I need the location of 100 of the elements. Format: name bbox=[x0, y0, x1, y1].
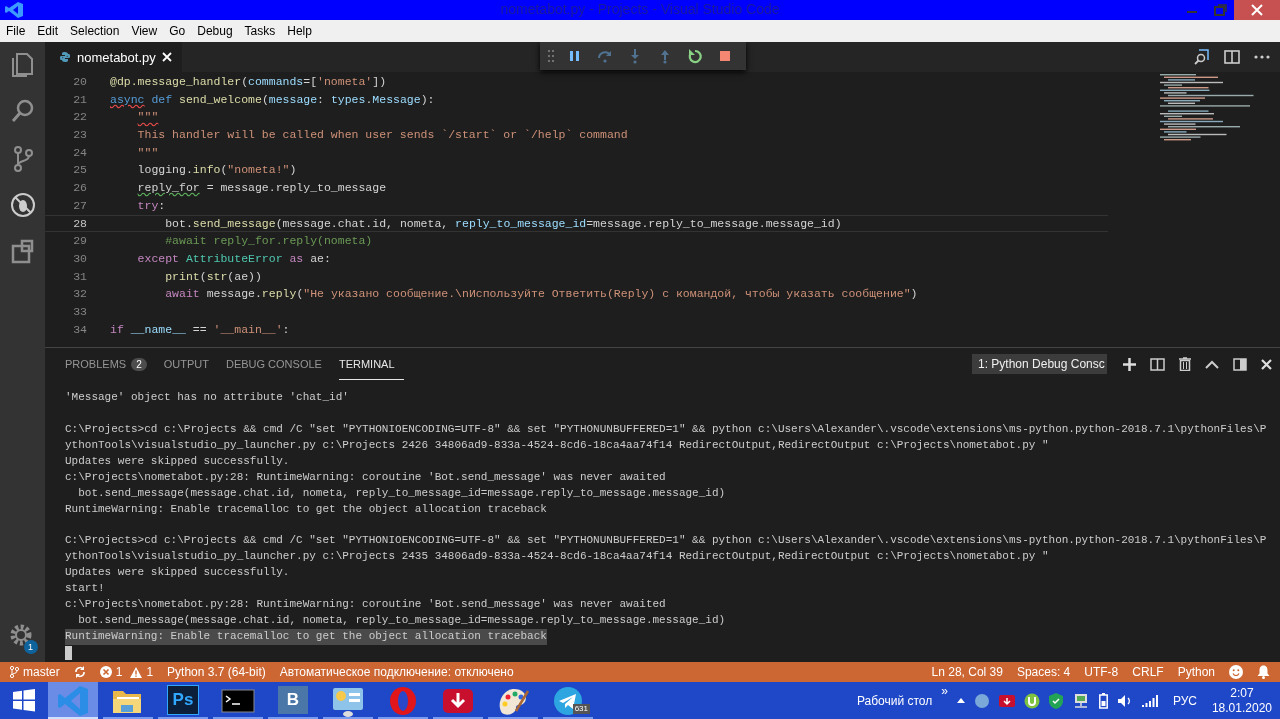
toolbar-chevron[interactable]: » bbox=[941, 684, 948, 698]
line-number: 33 bbox=[72, 303, 88, 320]
code-line: await message.reply("Не указано сообщение.\nИспользуйте Ответить(Reply) с командой, чтобы указать сообщение") bbox=[164, 286, 918, 303]
warning-count[interactable]: 1 bbox=[146, 665, 154, 679]
menu-item[interactable]: Debug bbox=[193, 24, 241, 38]
warning-icon[interactable] bbox=[130, 666, 143, 678]
code-line: reply_for = message.reply_to_message bbox=[136, 180, 387, 197]
panel-tab[interactable]: DEBUG CONSOLE bbox=[225, 348, 331, 380]
code-line: async def send_welcome(message: types.Message): bbox=[110, 91, 435, 108]
chevron-up-icon[interactable] bbox=[1205, 359, 1219, 369]
menu-item[interactable]: Edit bbox=[33, 24, 67, 38]
line-number: 23 bbox=[72, 127, 88, 144]
clock[interactable]: 2:07 18.01.2020 bbox=[1211, 685, 1272, 716]
close-icon[interactable] bbox=[1261, 358, 1272, 370]
drag-handle-icon[interactable] bbox=[548, 50, 554, 62]
line-number: 24 bbox=[72, 144, 88, 161]
cursor-position[interactable]: Ln 28, Col 39 bbox=[931, 665, 1003, 679]
branch-name[interactable]: master bbox=[23, 665, 60, 679]
sync-icon[interactable] bbox=[73, 666, 86, 678]
line-number: 28 bbox=[72, 215, 88, 232]
panel-tab[interactable]: PROBLEMS 2 bbox=[65, 348, 156, 380]
line-number: 21 bbox=[72, 91, 88, 108]
python-file-icon bbox=[59, 51, 71, 63]
line-number: 20 bbox=[72, 74, 88, 90]
line-number: 26 bbox=[72, 180, 88, 197]
error-count[interactable]: 1 bbox=[115, 665, 123, 679]
shield-icon[interactable] bbox=[1048, 692, 1063, 709]
terminal-line: bot.send_message(message.chat.id, nometa, reply_to_message_id=message.reply_to_message.message_id) bbox=[77, 485, 726, 501]
menu-item[interactable]: Help bbox=[283, 24, 320, 38]
torrent-icon[interactable] bbox=[1023, 692, 1040, 709]
caret-up-icon[interactable] bbox=[956, 698, 965, 703]
menu-item[interactable]: Go bbox=[165, 24, 194, 38]
volume-icon[interactable] bbox=[1116, 693, 1133, 708]
editor-tab[interactable]: nometabot.py bbox=[45, 42, 182, 72]
line-number: 32 bbox=[72, 286, 88, 303]
terminal-line: Updates were skipped successfully. bbox=[65, 565, 290, 581]
encoding-item[interactable]: UTF-8 bbox=[1084, 665, 1119, 679]
menu-item[interactable]: File bbox=[2, 24, 34, 38]
window-title: nometabot.py - Projects - Visual Studio Code bbox=[499, 1, 781, 17]
terminal-line: C:\Projects>cd c:\Projects && cmd /C "set "PYTHONIOENCODING=UTF-8" && set "PYTHONUNBUFFERED=1" && python c:\Users\Alexander\.vscode\extensions\ms-python.python-2018.7.1\pythonFiles\P bbox=[65, 533, 1267, 549]
branch-icon[interactable] bbox=[10, 666, 19, 678]
vscode-logo-icon bbox=[4, 1, 24, 19]
terminal-select[interactable]: 1: Python Debug Consc bbox=[972, 354, 1107, 374]
interpreter-item[interactable]: Python 3.7 (64-bit) bbox=[167, 665, 266, 679]
notification-badge: 1 bbox=[23, 640, 38, 654]
bell-icon[interactable] bbox=[1257, 665, 1270, 679]
menu-item[interactable]: View bbox=[127, 24, 166, 38]
terminal-line: start! bbox=[65, 581, 105, 597]
more-icon[interactable] bbox=[1254, 55, 1270, 59]
add-icon[interactable] bbox=[1123, 357, 1136, 371]
maximize-panel-icon[interactable] bbox=[1233, 357, 1247, 371]
language-indicator[interactable]: РУС bbox=[1172, 693, 1197, 708]
code-line: bot.send_message(message.chat.id, nometa, reply_to_message_id=message.reply_to_message.message_id) bbox=[164, 215, 842, 232]
line-number: 34 bbox=[72, 321, 88, 338]
terminal-line: 'Message' object has no attribute 'chat_id' bbox=[65, 390, 349, 405]
menu-item[interactable]: Tasks bbox=[240, 24, 284, 38]
terminal-line: ythonTools\visualstudio_py_launcher.py c:\Projects 2435 34806ad9-833a-4524-8cd6-18ca4aa74f14 RedirectOutput,RedirectOutput c:\Projects\nometabot.py " bbox=[65, 549, 1049, 565]
line-number: 31 bbox=[72, 268, 88, 285]
code-line: print(str(ae)) bbox=[164, 268, 262, 285]
terminal-line: bot.send_message(message.chat.id, nometa, reply_to_message_id=message.reply_to_message.message_id) bbox=[77, 613, 726, 629]
line-number: 22 bbox=[72, 109, 88, 126]
code-line: try: bbox=[136, 197, 166, 214]
language-item[interactable]: Python bbox=[1177, 665, 1215, 679]
error-icon[interactable] bbox=[99, 666, 112, 678]
code-line: """ bbox=[136, 144, 159, 161]
line-ending-item[interactable]: CRLF bbox=[1132, 665, 1164, 679]
terminal-line: c:\Projects\nometabot.py:28: RuntimeWarning: coroutine 'Bot.send_message' was never awaited bbox=[65, 597, 666, 613]
smiley-icon[interactable] bbox=[1229, 665, 1243, 679]
tray-app-icon[interactable] bbox=[973, 692, 990, 709]
terminal-line: RuntimeWarning: Enable tracemalloc to get the object allocation traceback bbox=[65, 501, 547, 517]
indentation-item[interactable]: Spaces: 4 bbox=[1016, 665, 1071, 679]
terminal-line: ythonTools\visualstudio_py_launcher.py c:\Projects 2426 34806ad9-833a-4524-8cd6-18ca4aa74f14 RedirectOutput,RedirectOutput c:\Projects\nometabot.py " bbox=[65, 437, 1049, 453]
split-terminal-icon[interactable] bbox=[1150, 357, 1165, 371]
code-line: @dp.message_handler(commands=['nometa']) bbox=[110, 74, 387, 90]
trash-icon[interactable] bbox=[1179, 357, 1191, 371]
toolbar-label[interactable]: Рабочий стол bbox=[856, 693, 933, 708]
battery-icon[interactable] bbox=[1098, 692, 1108, 709]
restart-icon[interactable] bbox=[686, 48, 704, 64]
terminal-cursor bbox=[65, 646, 72, 660]
menu-item[interactable]: Selection bbox=[66, 24, 128, 38]
panel-tab[interactable]: OUTPUT bbox=[163, 348, 218, 380]
line-number: 30 bbox=[72, 250, 88, 267]
signal-icon[interactable] bbox=[1141, 694, 1158, 707]
open-changes-icon[interactable] bbox=[1194, 49, 1210, 65]
download-icon[interactable] bbox=[998, 694, 1015, 707]
code-line: #await reply_for.reply(nometa) bbox=[164, 233, 373, 250]
split-editor-icon[interactable] bbox=[1224, 50, 1240, 64]
line-number: 25 bbox=[72, 162, 88, 179]
code-line: except AttributeError as ae: bbox=[136, 250, 331, 267]
code-line: This handler will be called when user sends `/start` or `/help` command bbox=[136, 127, 628, 144]
terminal-line: Updates were skipped successfully. bbox=[65, 453, 290, 469]
line-number: 29 bbox=[72, 233, 88, 250]
line-number: 27 bbox=[72, 197, 88, 214]
panel-tab[interactable]: TERMINAL bbox=[338, 348, 404, 380]
code-line: if __name__ == '__main__': bbox=[110, 321, 290, 338]
status-message: Автоматическое подключение: отключено bbox=[279, 665, 514, 679]
terminal-line: c:\Projects\nometabot.py:28: RuntimeWarning: coroutine 'Bot.send_message' was never awaited bbox=[65, 469, 666, 485]
code-line: logging.info("nometa!") bbox=[136, 162, 297, 179]
terminal-line: C:\Projects>cd c:\Projects && cmd /C "set "PYTHONIOENCODING=UTF-8" && set "PYTHONUNBUFFERED=1" && python c:\Users\Alexander\.vscode\extensions\ms-python.python-2018.7.1\pythonFiles\P bbox=[65, 421, 1267, 437]
debug-icon[interactable] bbox=[8, 191, 37, 219]
